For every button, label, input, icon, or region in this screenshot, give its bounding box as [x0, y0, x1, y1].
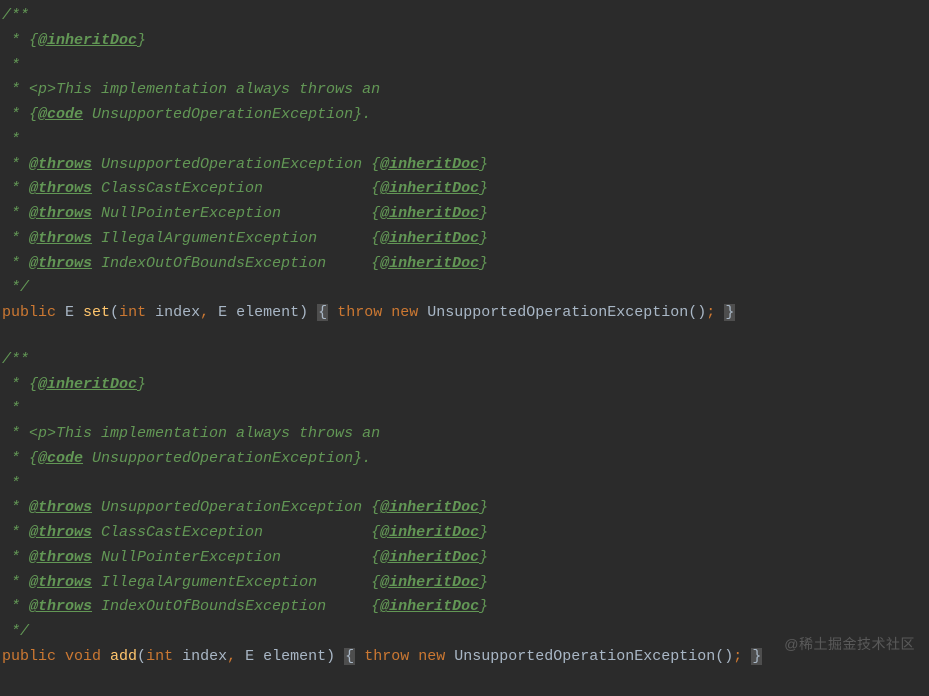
throws-tag: @throws	[29, 156, 92, 173]
inheritdoc-tag: @inheritDoc	[380, 524, 479, 541]
keyword-throw: throw	[364, 648, 409, 665]
javadoc-desc: * {@code UnsupportedOperationException}.	[2, 103, 927, 128]
inheritdoc-tag: @inheritDoc	[38, 376, 137, 393]
javadoc-inherit: * {@inheritDoc}	[2, 373, 927, 398]
inheritdoc-tag: @inheritDoc	[380, 549, 479, 566]
keyword-new: new	[418, 648, 445, 665]
javadoc-throws: * @throws IndexOutOfBoundsException {@in…	[2, 595, 927, 620]
javadoc-throws: * @throws UnsupportedOperationException …	[2, 153, 927, 178]
brace-open: {	[317, 304, 328, 321]
brace-open: {	[344, 648, 355, 665]
javadoc-open: /**	[2, 348, 927, 373]
method-name: add	[110, 648, 137, 665]
inheritdoc-tag: @inheritDoc	[380, 574, 479, 591]
throws-tag: @throws	[29, 255, 92, 272]
keyword-void: void	[56, 648, 110, 665]
javadoc-blank: *	[2, 397, 927, 422]
javadoc-throws: * @throws NullPointerException {@inherit…	[2, 546, 927, 571]
inheritdoc-tag: @inheritDoc	[380, 156, 479, 173]
keyword-throw: throw	[337, 304, 382, 321]
javadoc-desc: * <p>This implementation always throws a…	[2, 422, 927, 447]
throws-tag: @throws	[29, 574, 92, 591]
method-block-set: /** * {@inheritDoc} * * <p>This implemen…	[2, 4, 927, 326]
method-name: set	[83, 304, 110, 321]
inheritdoc-tag: @inheritDoc	[380, 499, 479, 516]
method-block-add: /** * {@inheritDoc} * * <p>This implemen…	[2, 348, 927, 670]
keyword-int: int	[146, 648, 173, 665]
inheritdoc-tag: @inheritDoc	[380, 598, 479, 615]
javadoc-close: */	[2, 276, 927, 301]
inheritdoc-tag: @inheritDoc	[380, 205, 479, 222]
brace-close: }	[751, 648, 762, 665]
throws-tag: @throws	[29, 205, 92, 222]
code-tag: @code	[38, 450, 83, 467]
inheritdoc-tag: @inheritDoc	[38, 32, 137, 49]
javadoc-throws: * @throws ClassCastException {@inheritDo…	[2, 177, 927, 202]
throws-tag: @throws	[29, 230, 92, 247]
inheritdoc-tag: @inheritDoc	[380, 180, 479, 197]
code-tag: @code	[38, 106, 83, 123]
method-signature-set: public E set(int index, E element) { thr…	[2, 301, 927, 326]
javadoc-throws: * @throws IllegalArgumentException {@inh…	[2, 227, 927, 252]
brace-close: }	[724, 304, 735, 321]
javadoc-throws: * @throws IndexOutOfBoundsException {@in…	[2, 252, 927, 277]
throws-tag: @throws	[29, 180, 92, 197]
keyword-int: int	[119, 304, 146, 321]
javadoc-desc: * {@code UnsupportedOperationException}.	[2, 447, 927, 472]
keyword-new: new	[391, 304, 418, 321]
javadoc-blank: *	[2, 128, 927, 153]
inheritdoc-tag: @inheritDoc	[380, 230, 479, 247]
javadoc-throws: * @throws IllegalArgumentException {@inh…	[2, 571, 927, 596]
javadoc-blank: *	[2, 472, 927, 497]
throws-tag: @throws	[29, 499, 92, 516]
javadoc-throws: * @throws UnsupportedOperationException …	[2, 496, 927, 521]
throws-tag: @throws	[29, 524, 92, 541]
throws-tag: @throws	[29, 549, 92, 566]
javadoc-desc: * <p>This implementation always throws a…	[2, 78, 927, 103]
javadoc-inherit: * {@inheritDoc}	[2, 29, 927, 54]
inheritdoc-tag: @inheritDoc	[380, 255, 479, 272]
javadoc-throws: * @throws ClassCastException {@inheritDo…	[2, 521, 927, 546]
javadoc-throws: * @throws NullPointerException {@inherit…	[2, 202, 927, 227]
watermark: @稀土掘金技术社区	[784, 633, 915, 656]
throws-tag: @throws	[29, 598, 92, 615]
keyword-public: public	[2, 648, 56, 665]
javadoc-open: /**	[2, 4, 927, 29]
keyword-public: public	[2, 304, 56, 321]
javadoc-blank: *	[2, 54, 927, 79]
